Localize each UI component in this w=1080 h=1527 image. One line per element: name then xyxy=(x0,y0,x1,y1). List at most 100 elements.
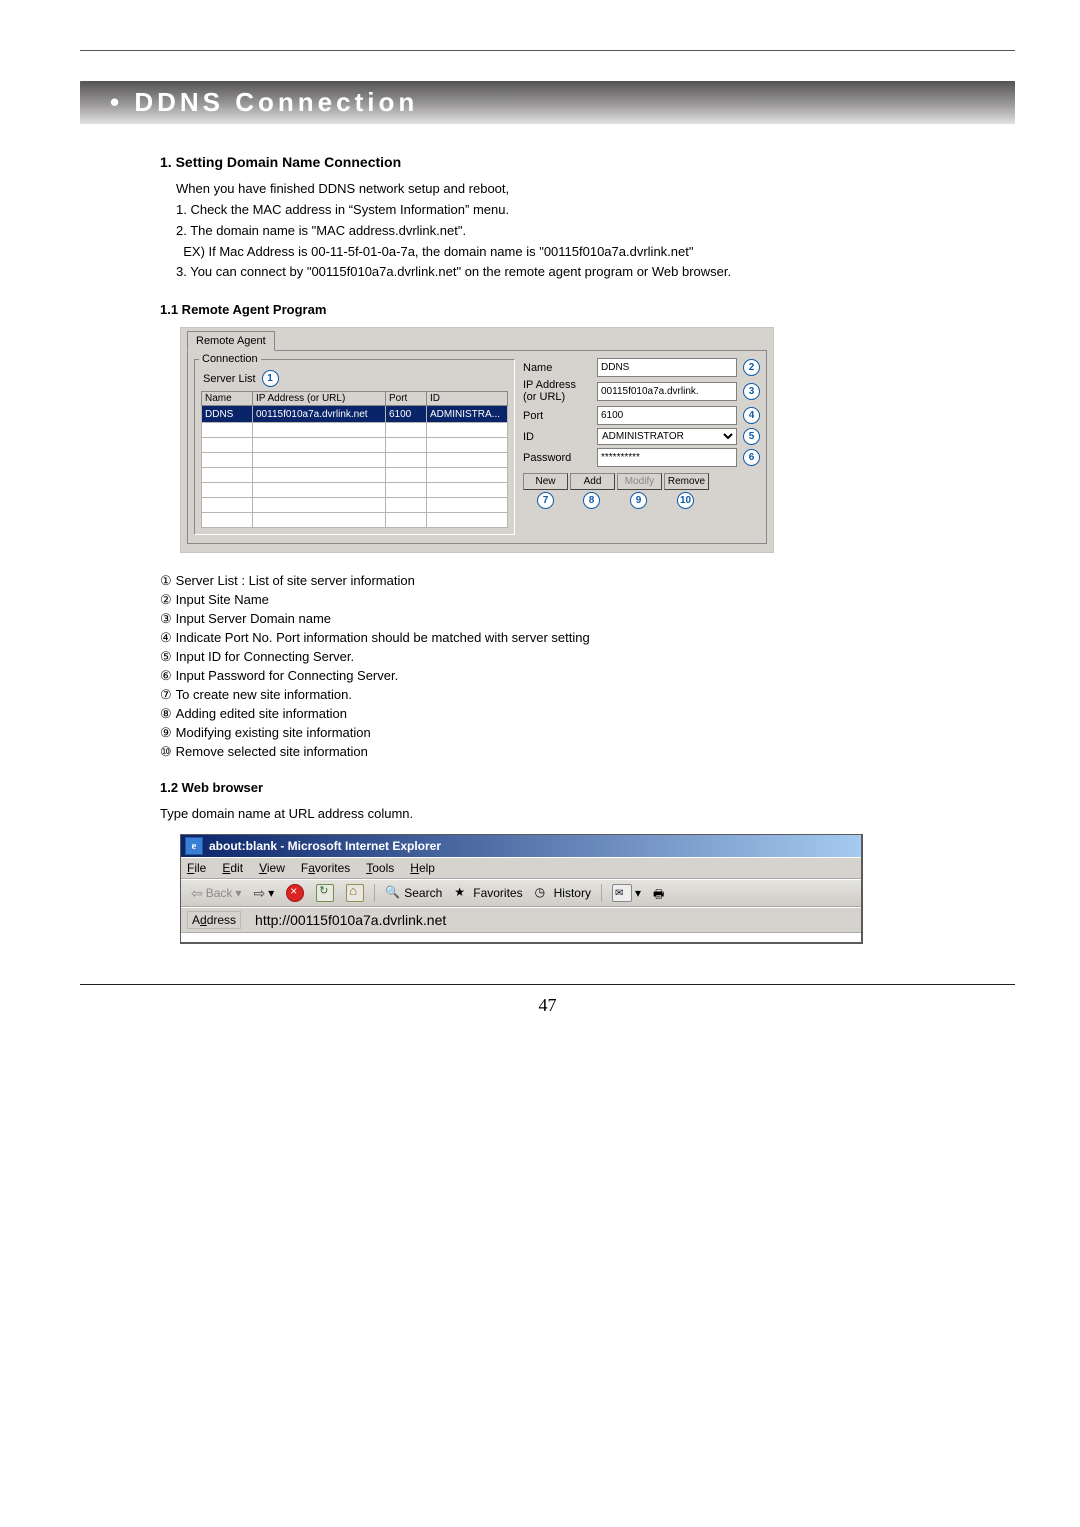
table-row[interactable] xyxy=(202,498,508,513)
port-label: Port xyxy=(523,410,591,422)
page-title: DDNS Connection xyxy=(134,87,418,117)
page-number: 47 xyxy=(80,995,1015,1016)
password-label: Password xyxy=(523,452,591,464)
col-name[interactable]: Name xyxy=(202,392,253,406)
page-title-bar: • DDNS Connection xyxy=(80,81,1015,124)
new-button[interactable]: New xyxy=(523,473,568,490)
back-button[interactable]: ⇦ Back ▾ xyxy=(187,883,245,904)
dropdown-icon: ▾ xyxy=(235,886,241,900)
annot-4: Indicate Port No. Port information shoul… xyxy=(176,630,590,645)
cell-name: DDNS xyxy=(202,406,253,423)
top-rule xyxy=(80,50,1015,51)
favorites-button[interactable]: ★Favorites xyxy=(450,883,526,903)
bottom-rule xyxy=(80,984,1015,985)
menu-help[interactable]: Help xyxy=(410,861,435,875)
id-select[interactable]: ADMINISTRATOR xyxy=(597,428,737,445)
table-row[interactable]: DDNS 00115f010a7a.dvrlink.net 6100 ADMIN… xyxy=(202,406,508,423)
ie-address-bar: Address http://00115f010a7a.dvrlink.net xyxy=(181,907,861,933)
menu-view[interactable]: View xyxy=(259,861,285,875)
cell-id: ADMINISTRA... xyxy=(427,406,508,423)
refresh-button[interactable] xyxy=(312,882,338,904)
ie-icon: e xyxy=(185,837,203,855)
add-button[interactable]: Add xyxy=(570,473,615,490)
annot-3: Input Server Domain name xyxy=(176,611,331,626)
name-input[interactable] xyxy=(597,358,737,377)
section-1-heading: 1. Setting Domain Name Connection xyxy=(160,154,940,170)
table-row[interactable] xyxy=(202,513,508,528)
search-button[interactable]: 🔍Search xyxy=(381,883,446,903)
annot-6: Input Password for Connecting Server. xyxy=(176,668,399,683)
home-button[interactable] xyxy=(342,882,368,904)
port-input[interactable] xyxy=(597,406,737,425)
separator xyxy=(374,884,375,902)
stop-button[interactable] xyxy=(282,882,308,904)
separator xyxy=(601,884,602,902)
callout-10: 10 xyxy=(677,492,694,509)
refresh-icon xyxy=(316,884,334,902)
callout-4: 4 xyxy=(743,407,760,424)
address-url[interactable]: http://00115f010a7a.dvrlink.net xyxy=(249,910,855,930)
menu-file[interactable]: File xyxy=(187,861,206,875)
col-id[interactable]: ID xyxy=(427,392,508,406)
ie-title-bar: e about:blank - Microsoft Internet Explo… xyxy=(181,835,861,857)
name-label: Name xyxy=(523,362,591,374)
callout-8: 8 xyxy=(583,492,600,509)
print-icon: 🖶 xyxy=(653,885,669,901)
search-icon: 🔍 xyxy=(385,885,401,901)
menu-favorites[interactable]: Favorites xyxy=(301,861,350,875)
dropdown-icon: ▾ xyxy=(635,886,641,900)
annotation-list: ①Server List : List of site server infor… xyxy=(160,573,940,760)
table-row[interactable] xyxy=(202,453,508,468)
stop-icon xyxy=(286,884,304,902)
annot-5: Input ID for Connecting Server. xyxy=(176,649,354,664)
back-arrow-icon: ⇦ xyxy=(191,885,203,902)
forward-arrow-icon: ⇨ xyxy=(253,885,265,902)
menu-edit[interactable]: Edit xyxy=(222,861,243,875)
remote-agent-window: Remote Agent Connection Server List 1 Na… xyxy=(180,327,774,553)
num-10: ⑩ xyxy=(160,744,172,760)
col-ip[interactable]: IP Address (or URL) xyxy=(253,392,386,406)
table-row[interactable] xyxy=(202,423,508,438)
server-list-label: Server List xyxy=(203,373,256,385)
num-1: ① xyxy=(160,573,172,589)
num-3: ③ xyxy=(160,611,172,627)
table-row[interactable] xyxy=(202,468,508,483)
table-row[interactable] xyxy=(202,483,508,498)
num-2: ② xyxy=(160,592,172,608)
mail-button[interactable]: ▾ xyxy=(608,882,645,904)
num-5: ⑤ xyxy=(160,649,172,665)
connection-form: Name 2 IP Address (or URL) 3 Port 4 xyxy=(523,355,760,535)
modify-button[interactable]: Modify xyxy=(617,473,662,490)
num-6: ⑥ xyxy=(160,668,172,684)
table-row[interactable] xyxy=(202,438,508,453)
connection-group-label: Connection xyxy=(199,353,261,365)
callout-3: 3 xyxy=(743,383,760,400)
annot-9: Modifying existing site information xyxy=(176,725,371,740)
print-button[interactable]: 🖶 xyxy=(649,883,673,903)
history-button[interactable]: ◷History xyxy=(531,883,595,903)
step-2-example: EX) If Mac Address is 00-11-5f-01-0a-7a,… xyxy=(176,243,940,262)
ie-window: e about:blank - Microsoft Internet Explo… xyxy=(180,834,863,944)
col-port[interactable]: Port xyxy=(386,392,427,406)
annot-2: Input Site Name xyxy=(176,592,269,607)
mail-icon xyxy=(612,884,632,902)
remote-agent-tab[interactable]: Remote Agent xyxy=(187,331,275,351)
annot-7: To create new site information. xyxy=(176,687,352,702)
step-2: 2. The domain name is "MAC address.dvrli… xyxy=(176,222,940,241)
forward-button[interactable]: ⇨ ▾ xyxy=(249,883,278,904)
remove-button[interactable]: Remove xyxy=(664,473,709,490)
callout-7: 7 xyxy=(537,492,554,509)
star-icon: ★ xyxy=(454,885,470,901)
address-label: Address xyxy=(187,911,241,929)
ie-title-text: about:blank - Microsoft Internet Explore… xyxy=(209,839,441,853)
server-list-table[interactable]: Name IP Address (or URL) Port ID DDNS 00… xyxy=(201,391,508,528)
step-1: 1. Check the MAC address in “System Info… xyxy=(176,201,940,220)
home-icon xyxy=(346,884,364,902)
ip-input[interactable] xyxy=(597,382,737,401)
menu-tools[interactable]: Tools xyxy=(366,861,394,875)
password-input[interactable] xyxy=(597,448,737,467)
id-label: ID xyxy=(523,431,591,443)
num-4: ④ xyxy=(160,630,172,646)
ie-menu-bar: File Edit View Favorites Tools Help xyxy=(181,857,861,879)
history-icon: ◷ xyxy=(535,885,551,901)
